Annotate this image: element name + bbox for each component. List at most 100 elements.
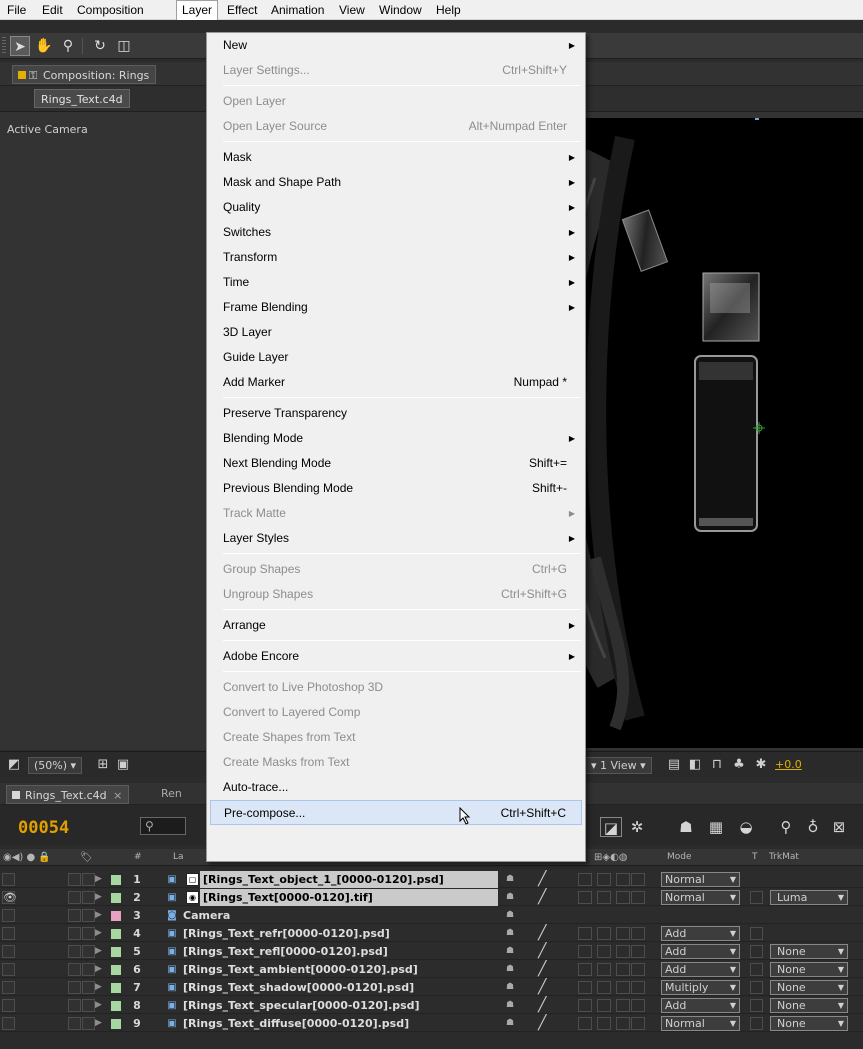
- breadcrumb[interactable]: Rings_Text.c4d: [34, 89, 130, 108]
- solo-toggle[interactable]: [68, 873, 81, 886]
- layer-row[interactable]: 👁 ▶ 2 ▣ ◉ [Rings_Text[0000-0120].tif] ☗ ╱ Normal…: [0, 889, 863, 906]
- menu-edit[interactable]: Edit: [37, 0, 68, 20]
- tab-timeline[interactable]: Rings_Text.c4d ×: [6, 785, 130, 804]
- menu-item-convert-to-layered-comp[interactable]: Convert to Layered Comp: [210, 700, 582, 725]
- layer-row[interactable]: ▶ 3 ◙ Camera ☗: [0, 907, 863, 924]
- preserve-transparency-toggle[interactable]: [750, 891, 763, 904]
- layer-name[interactable]: [Rings_Text_ambient[0000-0120].psd]: [180, 961, 498, 978]
- expand-triangle-icon[interactable]: ▶: [95, 997, 102, 1014]
- layer-switch[interactable]: [631, 1017, 645, 1030]
- layer-switch[interactable]: [578, 945, 592, 958]
- flowchart-icon[interactable]: ♣: [730, 756, 748, 774]
- layer-name[interactable]: [Rings_Text_specular[0000-0120].psd]: [180, 997, 498, 1014]
- menu-item-auto-trace[interactable]: Auto-trace...: [210, 775, 582, 800]
- layer-switch[interactable]: [616, 891, 630, 904]
- menu-item-adobe-encore[interactable]: Adobe Encore ▶: [210, 644, 582, 669]
- visibility-toggle[interactable]: [2, 927, 15, 940]
- menu-item-3d-layer[interactable]: 3D Layer: [210, 320, 582, 345]
- shy-switch-icon[interactable]: ☗: [506, 1015, 514, 1032]
- draft-3d-icon[interactable]: ✲: [626, 817, 648, 837]
- view-layout-dropdown[interactable]: ▾ 1 View ▾: [585, 757, 652, 774]
- menu-item-track-matte[interactable]: Track Matte ▶: [210, 501, 582, 526]
- menu-item-create-shapes-from-text[interactable]: Create Shapes from Text: [210, 725, 582, 750]
- label-color-swatch[interactable]: [111, 947, 121, 957]
- exposure-value[interactable]: +0.0: [775, 758, 802, 771]
- hand-tool-icon[interactable]: ✋: [34, 36, 54, 56]
- shy-switch-icon[interactable]: ☗: [506, 961, 514, 978]
- shy-switch-icon[interactable]: ☗: [506, 943, 514, 960]
- quality-switch-icon[interactable]: ╱: [538, 961, 546, 978]
- layer-name[interactable]: [Rings_Text_refr[0000-0120].psd]: [180, 925, 498, 942]
- layer-switch[interactable]: [578, 981, 592, 994]
- layer-switch[interactable]: [597, 891, 611, 904]
- composition-canvas[interactable]: [575, 118, 863, 748]
- visibility-toggle[interactable]: [2, 999, 15, 1012]
- layer-switch[interactable]: [597, 981, 611, 994]
- quality-switch-icon[interactable]: ╱: [538, 979, 546, 996]
- menu-item-convert-to-live-photoshop-3d[interactable]: Convert to Live Photoshop 3D: [210, 675, 582, 700]
- menu-item-pre-compose[interactable]: Pre-compose... Ctrl+Shift+C: [210, 800, 582, 825]
- menu-help[interactable]: Help: [431, 0, 466, 20]
- zoom-tool-icon[interactable]: ⚲: [58, 36, 78, 56]
- lock-toggle[interactable]: [82, 873, 95, 886]
- track-matte-dropdown[interactable]: None ▼: [770, 962, 848, 977]
- expand-triangle-icon[interactable]: ▶: [95, 871, 102, 888]
- layer-switch[interactable]: [616, 945, 630, 958]
- shy-switch-icon[interactable]: ☗: [506, 979, 514, 996]
- exposure-reset-icon[interactable]: ✱: [752, 756, 770, 774]
- expand-triangle-icon[interactable]: ▶: [95, 1015, 102, 1032]
- timeline-toggle-icon[interactable]: ⊓: [708, 756, 726, 774]
- layer-name[interactable]: Camera: [180, 907, 498, 924]
- menu-item-transform[interactable]: Transform ▶: [210, 245, 582, 270]
- menu-item-layer-settings[interactable]: Layer Settings... Ctrl+Shift+Y: [210, 58, 582, 83]
- solo-toggle[interactable]: [68, 981, 81, 994]
- tab-render-queue[interactable]: Ren: [161, 787, 182, 800]
- menu-item-next-blending-mode[interactable]: Next Blending Mode Shift+=: [210, 451, 582, 476]
- blend-mode-dropdown[interactable]: Add ▼: [661, 962, 740, 977]
- layer-switch[interactable]: [616, 981, 630, 994]
- visibility-toggle[interactable]: [2, 981, 15, 994]
- menu-animation[interactable]: Animation: [266, 0, 329, 20]
- quality-switch-icon[interactable]: ╱: [538, 871, 546, 888]
- layer-row[interactable]: ▶ 5 ▣ [Rings_Text_refl[0000-0120].psd] ☗ ╱ Add…: [0, 943, 863, 960]
- layer-switch[interactable]: [631, 945, 645, 958]
- frame-blending-icon[interactable]: ▦: [705, 817, 727, 837]
- motion-blur-icon[interactable]: ◒: [735, 817, 757, 837]
- menu-item-guide-layer[interactable]: Guide Layer: [210, 345, 582, 370]
- fast-previews-icon[interactable]: ◧: [686, 756, 704, 774]
- layer-switch[interactable]: [631, 999, 645, 1012]
- lock-toggle[interactable]: [82, 927, 95, 940]
- selection-tool-icon[interactable]: ➤: [10, 36, 30, 56]
- layer-switch[interactable]: [631, 891, 645, 904]
- menu-composition[interactable]: Composition: [72, 0, 149, 20]
- label-color-swatch[interactable]: [111, 911, 121, 921]
- column-layer-name[interactable]: La: [173, 849, 184, 866]
- search-input[interactable]: ⚲: [140, 817, 186, 835]
- layer-switch[interactable]: [578, 963, 592, 976]
- preserve-transparency-toggle[interactable]: [750, 963, 763, 976]
- shy-layers-icon[interactable]: ☗: [675, 817, 697, 837]
- visibility-toggle[interactable]: [2, 945, 15, 958]
- preserve-transparency-toggle[interactable]: [750, 945, 763, 958]
- solo-toggle[interactable]: [68, 999, 81, 1012]
- expand-triangle-icon[interactable]: ▶: [95, 907, 102, 924]
- layer-switch[interactable]: [597, 927, 611, 940]
- layer-row[interactable]: ▶ 7 ▣ [Rings_Text_shadow[0000-0120].psd] ☗ ╱ M…: [0, 979, 863, 996]
- label-color-swatch[interactable]: [111, 1019, 121, 1029]
- shy-switch-icon[interactable]: ☗: [506, 889, 514, 906]
- solo-toggle[interactable]: [68, 1017, 81, 1030]
- label-color-swatch[interactable]: [111, 1001, 121, 1011]
- lock-toggle[interactable]: [82, 945, 95, 958]
- blend-mode-dropdown[interactable]: Add ▼: [661, 998, 740, 1013]
- expand-triangle-icon[interactable]: ▶: [95, 961, 102, 978]
- layer-name[interactable]: [Rings_Text_diffuse[0000-0120].psd]: [180, 1015, 498, 1032]
- quality-switch-icon[interactable]: ╱: [538, 943, 546, 960]
- menu-item-arrange[interactable]: Arrange ▶: [210, 613, 582, 638]
- blend-mode-dropdown[interactable]: Add ▼: [661, 926, 740, 941]
- menu-item-blending-mode[interactable]: Blending Mode ▶: [210, 426, 582, 451]
- preserve-transparency-toggle[interactable]: [750, 1017, 763, 1030]
- layer-switch[interactable]: [616, 1017, 630, 1030]
- quality-switch-icon[interactable]: ╱: [538, 889, 546, 906]
- menu-item-add-marker[interactable]: Add Marker Numpad *: [210, 370, 582, 395]
- lock-toggle[interactable]: [82, 909, 95, 922]
